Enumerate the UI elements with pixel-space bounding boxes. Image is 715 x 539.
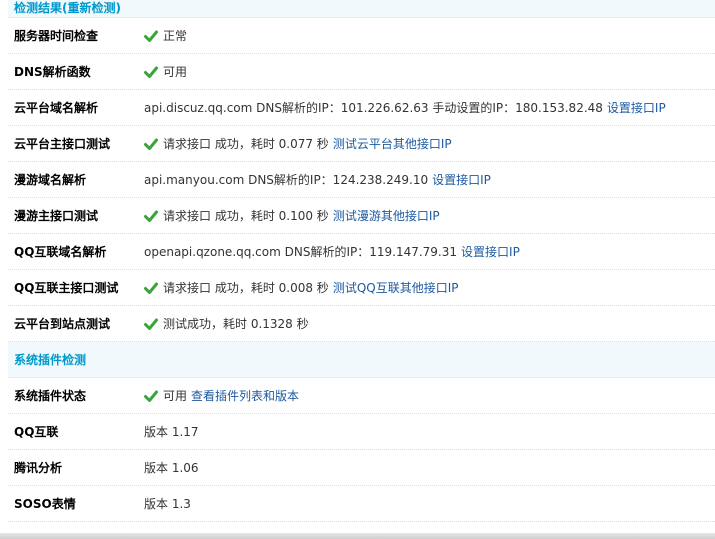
status-text: api.manyou.com DNS解析的IP：124.238.249.10 <box>144 173 429 187</box>
row-value: 可用 <box>144 63 715 80</box>
row-tencent-analysis-version: 腾讯分析 版本 1.06 <box>8 450 715 486</box>
row-label: 云平台域名解析 <box>14 101 99 115</box>
check-mark-icon <box>144 318 158 330</box>
row-value: 版本 1.3 <box>144 495 715 512</box>
row-label: QQ互联 <box>14 425 59 439</box>
check-mark-icon <box>144 390 158 402</box>
row-value: 正常 <box>144 27 715 44</box>
row-dns-function: DNS解析函数 可用 <box>8 54 715 90</box>
status-text: api.discuz.qq.com DNS解析的IP：101.226.62.63… <box>144 101 603 115</box>
row-value: 请求接口 成功，耗时 0.077 秒 测试云平台其他接口IP <box>144 135 715 152</box>
row-label: 服务器时间检查 <box>14 29 99 43</box>
row-label: SOSO表情 <box>14 497 76 511</box>
row-qq-main-api: QQ互联主接口测试 请求接口 成功，耗时 0.008 秒 测试QQ互联其他接口I… <box>8 270 715 306</box>
test-other-ip-link[interactable]: 测试QQ互联其他接口IP <box>333 279 459 296</box>
version-text: 版本 1.17 <box>144 425 199 439</box>
row-value: api.manyou.com DNS解析的IP：124.238.249.10 设… <box>144 171 715 188</box>
test-other-ip-link[interactable]: 测试漫游其他接口IP <box>333 207 440 224</box>
status-text: openapi.qzone.qq.com DNS解析的IP：119.147.79… <box>144 245 458 259</box>
window-bottom-edge <box>0 533 715 539</box>
check-mark-icon <box>144 210 158 222</box>
status-text: 测试成功，耗时 0.1328 秒 <box>163 317 309 331</box>
row-plugin-status: 系统插件状态 可用 查看插件列表和版本 <box>8 378 715 414</box>
row-value: openapi.qzone.qq.com DNS解析的IP：119.147.79… <box>144 243 715 260</box>
section-check-result: 检测结果(重新检测) <box>8 0 715 18</box>
row-label: 云平台到站点测试 <box>14 317 111 331</box>
set-ip-link[interactable]: 设置接口IP <box>607 99 666 116</box>
status-text: 可用 <box>163 65 188 79</box>
status-text: 可用 <box>163 389 188 403</box>
row-value: 可用 查看插件列表和版本 <box>144 387 715 404</box>
row-value: api.discuz.qq.com DNS解析的IP：101.226.62.63… <box>144 99 715 116</box>
row-value: 请求接口 成功，耗时 0.100 秒 测试漫游其他接口IP <box>144 207 715 224</box>
row-label: 漫游域名解析 <box>14 173 87 187</box>
row-value: 版本 1.06 <box>144 459 715 476</box>
check-mark-icon <box>144 30 158 42</box>
row-label: 腾讯分析 <box>14 461 63 475</box>
status-text: 正常 <box>163 29 188 43</box>
view-plugin-list-link[interactable]: 查看插件列表和版本 <box>191 387 299 404</box>
row-manyou-main-api: 漫游主接口测试 请求接口 成功，耗时 0.100 秒 测试漫游其他接口IP <box>8 198 715 234</box>
row-qq-domain: QQ互联域名解析 openapi.qzone.qq.com DNS解析的IP：1… <box>8 234 715 270</box>
row-label: QQ互联域名解析 <box>14 245 107 259</box>
row-label: 系统插件状态 <box>14 389 87 403</box>
diagnostics-panel: 检测结果(重新检测) 服务器时间检查 正常 DNS解析函数 可用 云平台域名解析… <box>8 0 715 522</box>
check-mark-icon <box>144 282 158 294</box>
row-cloud-main-api: 云平台主接口测试 请求接口 成功，耗时 0.077 秒 测试云平台其他接口IP <box>8 126 715 162</box>
check-mark-icon <box>144 66 158 78</box>
row-label: QQ互联主接口测试 <box>14 281 119 295</box>
row-soso-emoji-version: SOSO表情 版本 1.3 <box>8 486 715 522</box>
version-text: 版本 1.06 <box>144 461 199 475</box>
version-text: 版本 1.3 <box>144 497 191 511</box>
section-title[interactable]: 检测结果(重新检测) <box>14 1 121 15</box>
row-cloud-to-site: 云平台到站点测试 测试成功，耗时 0.1328 秒 <box>8 306 715 342</box>
check-mark-icon <box>144 138 158 150</box>
set-ip-link[interactable]: 设置接口IP <box>461 243 520 260</box>
row-value: 请求接口 成功，耗时 0.008 秒 测试QQ互联其他接口IP <box>144 279 715 296</box>
section-title: 系统插件检测 <box>14 353 87 367</box>
status-text: 请求接口 成功，耗时 0.100 秒 <box>163 209 329 223</box>
set-ip-link[interactable]: 设置接口IP <box>432 171 491 188</box>
row-manyou-domain: 漫游域名解析 api.manyou.com DNS解析的IP：124.238.2… <box>8 162 715 198</box>
test-other-ip-link[interactable]: 测试云平台其他接口IP <box>333 135 452 152</box>
row-value: 版本 1.17 <box>144 423 715 440</box>
row-label: 漫游主接口测试 <box>14 209 99 223</box>
row-value: 测试成功，耗时 0.1328 秒 <box>144 315 715 332</box>
status-text: 请求接口 成功，耗时 0.008 秒 <box>163 281 329 295</box>
row-cloud-domain: 云平台域名解析 api.discuz.qq.com DNS解析的IP：101.2… <box>8 90 715 126</box>
row-qq-connect-version: QQ互联 版本 1.17 <box>8 414 715 450</box>
row-label: DNS解析函数 <box>14 65 91 79</box>
row-label: 云平台主接口测试 <box>14 137 111 151</box>
section-plugin-check: 系统插件检测 <box>8 342 715 378</box>
row-server-time: 服务器时间检查 正常 <box>8 18 715 54</box>
status-text: 请求接口 成功，耗时 0.077 秒 <box>163 137 329 151</box>
